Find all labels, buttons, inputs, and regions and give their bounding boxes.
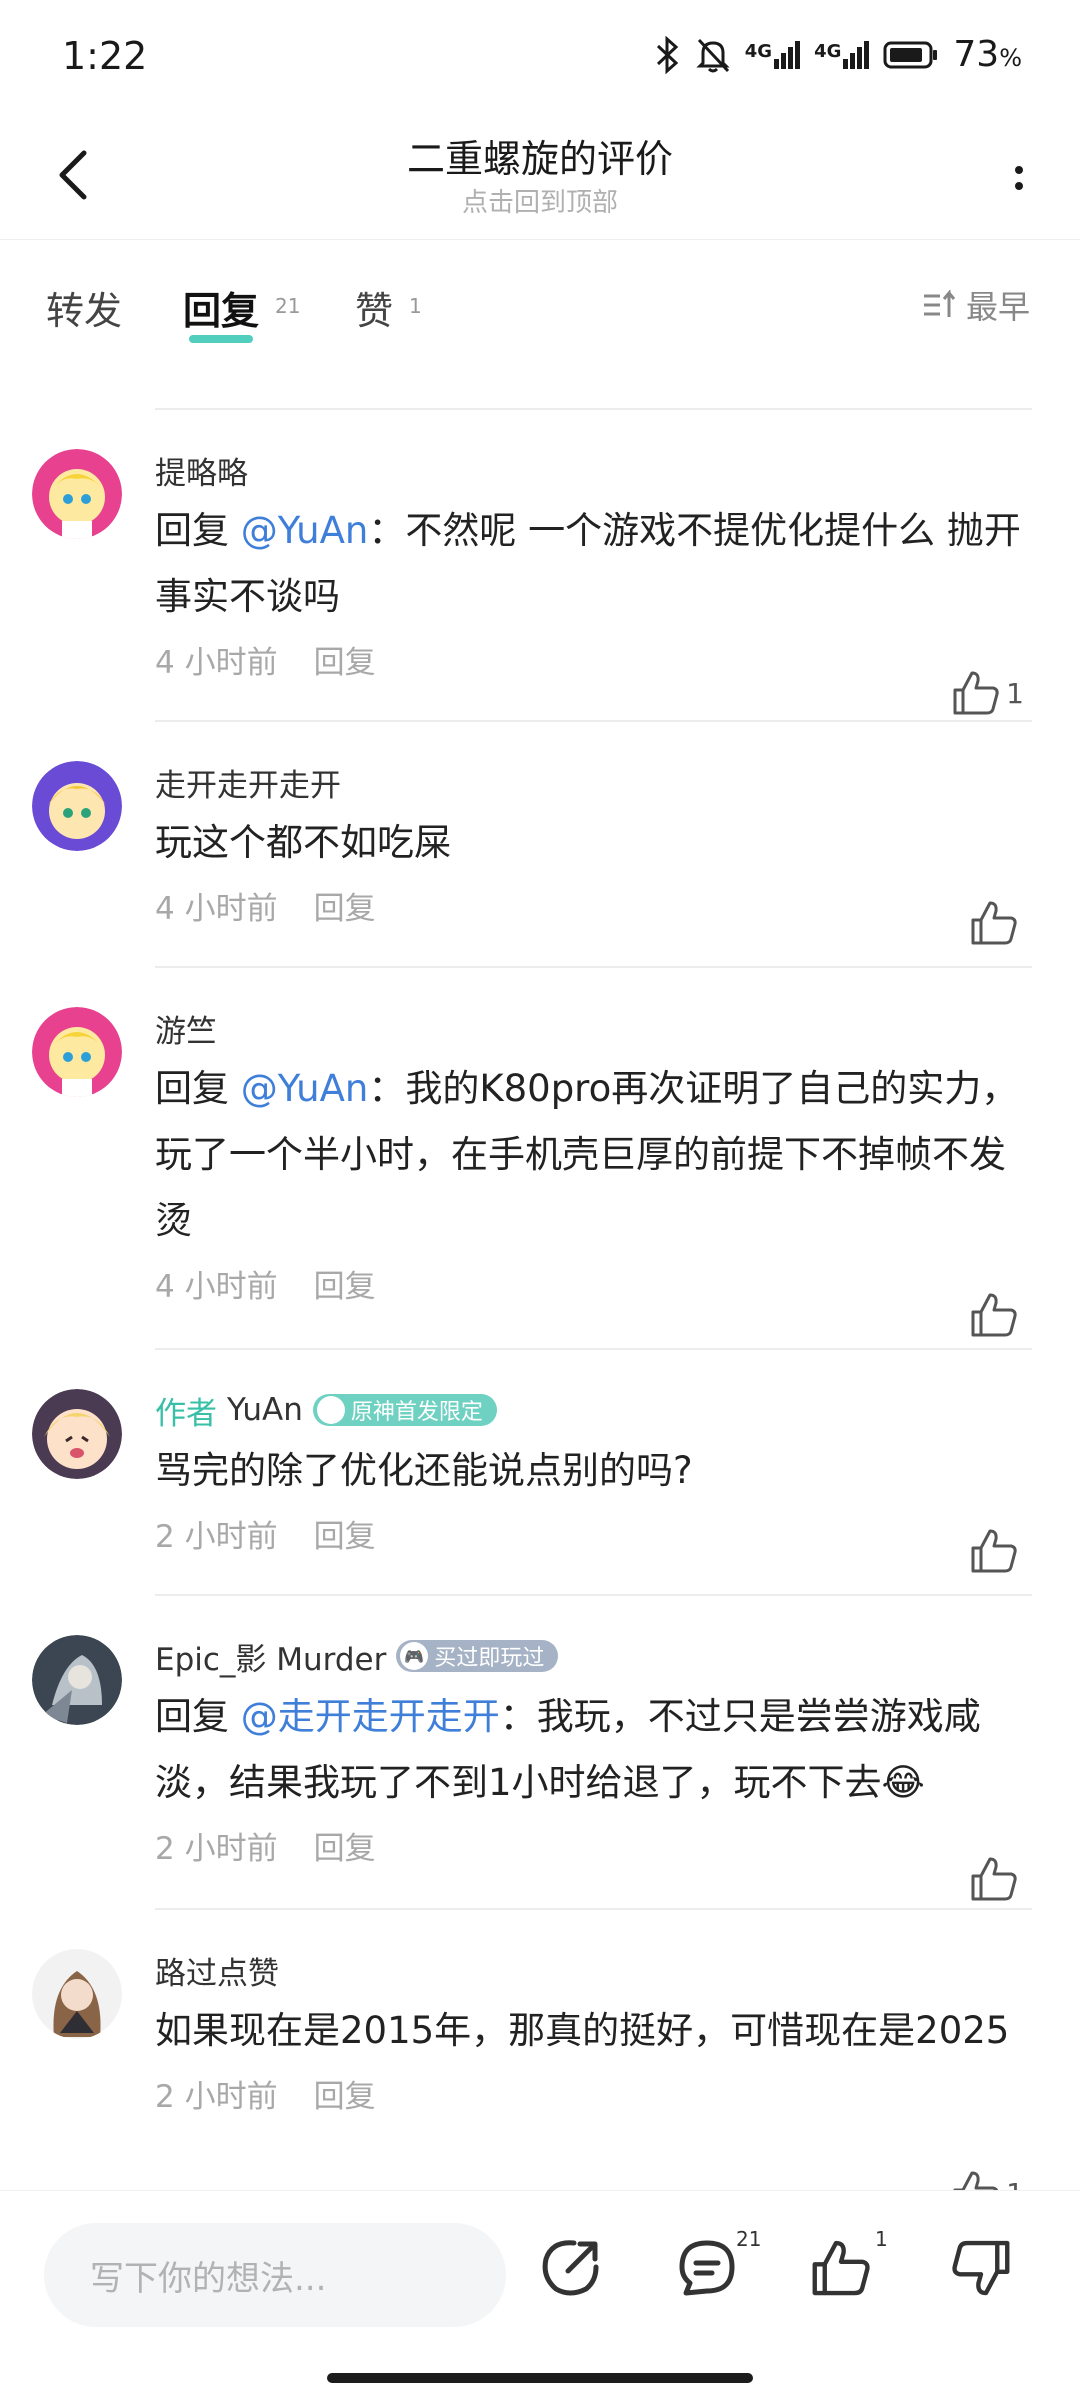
divider — [155, 1908, 1032, 1910]
thumbs-up-icon — [971, 1529, 1017, 1573]
comment-text: 骂完的除了优化还能说点别的吗? — [155, 1449, 693, 1492]
username[interactable]: Epic_影 Murder 🎮 买过即玩过 — [155, 1634, 1032, 1678]
author-tag: 作者 — [155, 1395, 217, 1432]
timestamp: 4 小时前 — [155, 1268, 278, 1305]
bluetooth-icon — [656, 35, 678, 74]
more-options-button[interactable] — [994, 148, 1044, 208]
divider — [155, 1348, 1032, 1350]
thumbs-up-icon — [971, 901, 1017, 945]
user-badge[interactable]: ✦ 原神首发限定 — [312, 1394, 497, 1426]
divider — [155, 720, 1032, 722]
avatar[interactable] — [32, 1949, 122, 2039]
status-icons: 4G 4G 73% — [655, 34, 1022, 75]
thumbs-up-icon — [971, 1857, 1017, 1901]
like-button[interactable]: 1 — [952, 670, 1024, 716]
like-button[interactable] — [970, 1856, 1024, 1902]
dislike-button[interactable] — [946, 2233, 1016, 2303]
reply-button[interactable]: 回复 — [314, 637, 376, 682]
comments-button[interactable] — [672, 2233, 742, 2303]
battery-icon — [883, 41, 938, 68]
tab-likes-count: 1 — [409, 294, 422, 318]
like-button[interactable] — [970, 1528, 1024, 1574]
thumbs-up-icon — [953, 671, 999, 715]
timestamp: 4 小时前 — [155, 644, 278, 681]
timestamp: 2 小时前 — [155, 2078, 278, 2115]
username[interactable]: 提略略 — [155, 448, 1032, 492]
sort-button[interactable]: 最早 — [922, 282, 1030, 328]
comment-text: 如果现在是2015年，那真的挺好，可惜现在是2025 — [155, 2009, 1010, 2052]
signal-2-icon: 4G — [814, 40, 870, 69]
tab-likes[interactable]: 赞 1 — [355, 280, 422, 335]
comments-count: 21 — [736, 2227, 762, 2251]
like-button[interactable] — [970, 1292, 1024, 1338]
mention-link[interactable]: @走开走开走开 — [241, 1695, 500, 1738]
divider — [155, 1594, 1032, 1596]
timestamp: 2 小时前 — [155, 1518, 278, 1555]
thumbs-up-icon — [971, 1293, 1017, 1337]
avatar[interactable] — [32, 449, 122, 539]
timestamp: 2 小时前 — [155, 1830, 278, 1867]
username[interactable]: 游竺 — [155, 1006, 1032, 1050]
tab-replies[interactable]: 回复 21 — [183, 280, 301, 343]
comment-input[interactable]: 写下你的想法... — [44, 2223, 506, 2327]
share-button[interactable] — [536, 2233, 606, 2303]
network-type-1: 4G — [744, 40, 773, 62]
username[interactable]: 路过点赞 — [155, 1948, 1032, 1992]
user-badge[interactable]: 🎮 买过即玩过 — [396, 1640, 559, 1672]
page-title: 二重螺旋的评价 — [406, 137, 673, 181]
network-type-2: 4G — [814, 40, 842, 62]
bell-off-icon — [696, 38, 730, 72]
comment-input-placeholder: 写下你的想法... — [90, 2258, 327, 2299]
avatar[interactable] — [32, 761, 122, 851]
scroll-to-top-hint[interactable]: 点击回到顶部 — [0, 182, 1080, 219]
tab-bar: 转发 回复 21 赞 1 最早 — [0, 240, 1080, 370]
badge-icon: ✦ — [316, 1396, 345, 1424]
reply-button[interactable]: 回复 — [314, 1823, 376, 1868]
status-time: 1:22 — [62, 34, 148, 78]
home-indicator[interactable] — [327, 2373, 753, 2383]
reply-button[interactable]: 回复 — [314, 2071, 376, 2116]
comment-text: 回复 @走开走开走开：我玩，不过只是尝尝游戏咸淡，结果我玩了不到1小时给退了，玩… — [155, 1695, 981, 1804]
tab-replies-count: 21 — [275, 294, 301, 318]
username[interactable]: 走开走开走开 — [155, 760, 1032, 804]
share-icon — [542, 2240, 599, 2296]
timestamp: 4 小时前 — [155, 890, 278, 927]
mention-link[interactable]: @YuAn — [241, 509, 369, 552]
divider — [155, 966, 1032, 968]
avatar[interactable] — [32, 1635, 122, 1725]
status-bar: 1:22 4G 4G 73% — [0, 0, 1080, 110]
comment-bubble-icon — [679, 2240, 735, 2296]
bottom-action-bar: 写下你的想法... 21 1 — [0, 2190, 1080, 2400]
post-like-count: 1 — [875, 2227, 888, 2251]
mention-link[interactable]: @YuAn — [241, 1067, 369, 1110]
signal-1-icon: 4G — [744, 40, 801, 69]
comment-text: 回复 @YuAn：不然呢 一个游戏不提优化提什么 抛开事实不谈吗 — [155, 509, 1021, 618]
username[interactable]: 作者 YuAn ✦ 原神首发限定 — [155, 1388, 1032, 1432]
thumbs-up-icon — [812, 2240, 870, 2296]
reply-button[interactable]: 回复 — [314, 883, 376, 928]
sort-icon — [923, 290, 956, 317]
reply-button[interactable]: 回复 — [314, 1261, 376, 1306]
avatar[interactable] — [32, 1389, 122, 1479]
like-count: 1 — [1006, 676, 1024, 710]
like-button[interactable] — [970, 900, 1024, 946]
reply-button[interactable]: 回复 — [314, 1511, 376, 1556]
divider — [155, 408, 1032, 410]
tab-repost[interactable]: 转发 — [46, 280, 122, 335]
top-bar: 二重螺旋的评价 点击回到顶部 — [0, 110, 1080, 240]
battery-percent: 73% — [953, 34, 1022, 75]
like-post-button[interactable] — [806, 2233, 876, 2303]
sort-label: 最早 — [965, 288, 1030, 326]
gamepad-icon: 🎮 — [400, 1642, 429, 1670]
avatar[interactable] — [32, 1007, 122, 1097]
comment-text: 回复 @YuAn：我的K80pro再次证明了自己的实力，玩了一个半小时，在手机壳… — [155, 1067, 1019, 1242]
thumbs-down-icon — [952, 2240, 1010, 2296]
comment-text: 玩这个都不如吃屎 — [155, 821, 451, 864]
